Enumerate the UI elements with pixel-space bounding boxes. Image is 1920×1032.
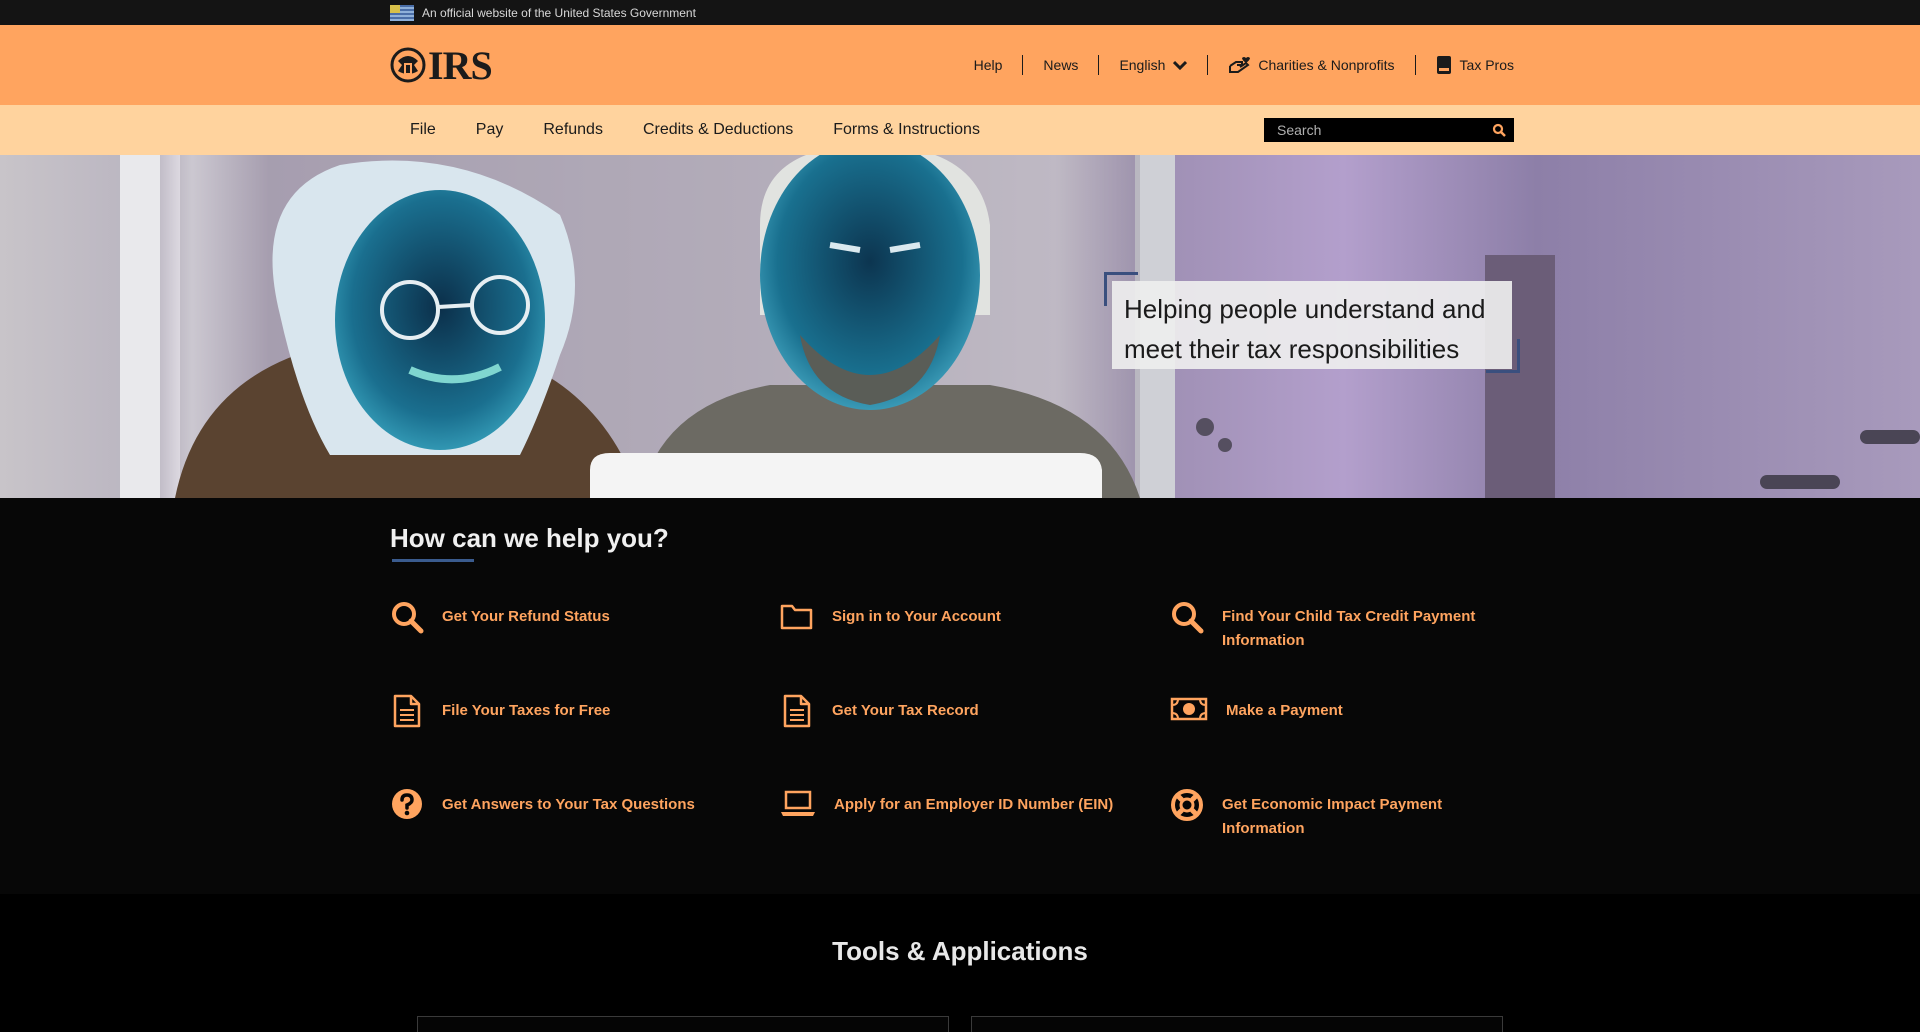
search-icon (1492, 123, 1506, 137)
nav-item-file[interactable]: File (390, 121, 456, 139)
book-icon (1436, 56, 1451, 74)
hand-heart-icon (1229, 57, 1251, 73)
folder-icon (780, 604, 813, 630)
task-label-line2: Information (1222, 632, 1305, 649)
hero-quote: Helping people understand and meet their… (1112, 281, 1512, 369)
help-title: How can we help you? (390, 523, 669, 553)
task-sign-in[interactable]: Sign in to Your Account (780, 600, 1001, 634)
help-title-underline (392, 559, 474, 562)
tools-section: Tools & Applications (0, 894, 1920, 1032)
task-label: Apply for an Employer ID Number (EIN) (834, 796, 1114, 813)
hero-photo (120, 155, 1920, 498)
tax-pros-link[interactable]: Tax Pros (1414, 55, 1514, 75)
task-label-line2: Information (1222, 820, 1305, 837)
task-refund-status[interactable]: Get Your Refund Status (390, 600, 610, 634)
chevron-down-icon (1173, 60, 1188, 70)
gov-banner: An official website of the United States… (0, 0, 1920, 25)
lifebuoy-icon (1171, 789, 1203, 821)
main-nav: File Pay Refunds Credits & Deductions Fo… (0, 105, 1920, 155)
gov-banner-text: An official website of the United States… (422, 5, 696, 20)
tax-pros-link-label: Tax Pros (1459, 57, 1514, 73)
task-label: Sign in to Your Account (832, 608, 1001, 625)
hero-banner: Helping people understand and meet their… (0, 155, 1920, 498)
search-input[interactable] (1265, 119, 1485, 141)
task-label: Make a Payment (1226, 702, 1343, 719)
help-link-label: Help (973, 57, 1003, 73)
language-selector[interactable]: English (1098, 55, 1207, 75)
task-tax-questions[interactable]: Get Answers to Your Tax Questions (390, 788, 695, 822)
us-flag-icon (390, 4, 414, 21)
nav-item-refunds[interactable]: Refunds (523, 121, 623, 139)
charities-link[interactable]: Charities & Nonprofits (1207, 55, 1414, 75)
hero-quote-line1: Helping people understand and (1124, 294, 1486, 324)
hero-quote-line2: meet their tax responsibilities (1124, 334, 1460, 364)
search-icon (1172, 602, 1204, 634)
task-make-payment[interactable]: Make a Payment (1170, 694, 1343, 728)
laptop-icon (781, 790, 815, 816)
task-label: Get Answers to Your Tax Questions (442, 796, 695, 813)
news-link[interactable]: News (1022, 55, 1098, 75)
task-economic-impact[interactable]: Get Economic Impact Payment Information (1170, 788, 1442, 841)
language-label: English (1119, 57, 1166, 73)
tool-card[interactable] (417, 1016, 949, 1032)
search-box (1264, 118, 1514, 142)
document-icon (393, 694, 421, 728)
logo-text: IRS (428, 42, 493, 88)
charities-link-label: Charities & Nonprofits (1258, 57, 1395, 73)
help-link[interactable]: Help (954, 55, 1023, 75)
eagle-logo-icon (390, 47, 426, 83)
tools-title: Tools & Applications (832, 936, 1088, 966)
task-label: Get Economic Impact Payment (1222, 796, 1443, 813)
nav-item-forms-instructions[interactable]: Forms & Instructions (813, 121, 1000, 139)
search-icon (392, 602, 424, 634)
news-link-label: News (1043, 57, 1079, 73)
task-child-tax-credit[interactable]: Find Your Child Tax Credit Payment Infor… (1170, 600, 1475, 653)
irs-logo[interactable]: IRS (390, 42, 493, 89)
task-label: File Your Taxes for Free (442, 702, 611, 719)
tool-card[interactable] (971, 1016, 1503, 1032)
quote-bracket-bottom-right (1486, 339, 1520, 373)
nav-item-pay[interactable]: Pay (456, 121, 524, 139)
task-label: Get Your Refund Status (442, 608, 610, 625)
task-label: Get Your Tax Record (832, 702, 979, 719)
search-button[interactable] (1485, 119, 1513, 141)
question-icon (392, 789, 422, 819)
task-file-free[interactable]: File Your Taxes for Free (390, 694, 610, 728)
task-label: Find Your Child Tax Credit Payment (1222, 608, 1476, 625)
nav-item-credits-deductions[interactable]: Credits & Deductions (623, 121, 813, 139)
site-header: IRS Help News English Charities & Nonpro (0, 25, 1920, 105)
task-apply-ein[interactable]: Apply for an Employer ID Number (EIN) (780, 788, 1113, 822)
help-section: How can we help you? Get Your Refund Sta… (0, 498, 1920, 894)
task-tax-record[interactable]: Get Your Tax Record (780, 694, 979, 728)
money-icon (1170, 697, 1208, 721)
utility-nav: Help News English Charities & Nonprofits (954, 55, 1514, 75)
document-icon (783, 694, 811, 728)
